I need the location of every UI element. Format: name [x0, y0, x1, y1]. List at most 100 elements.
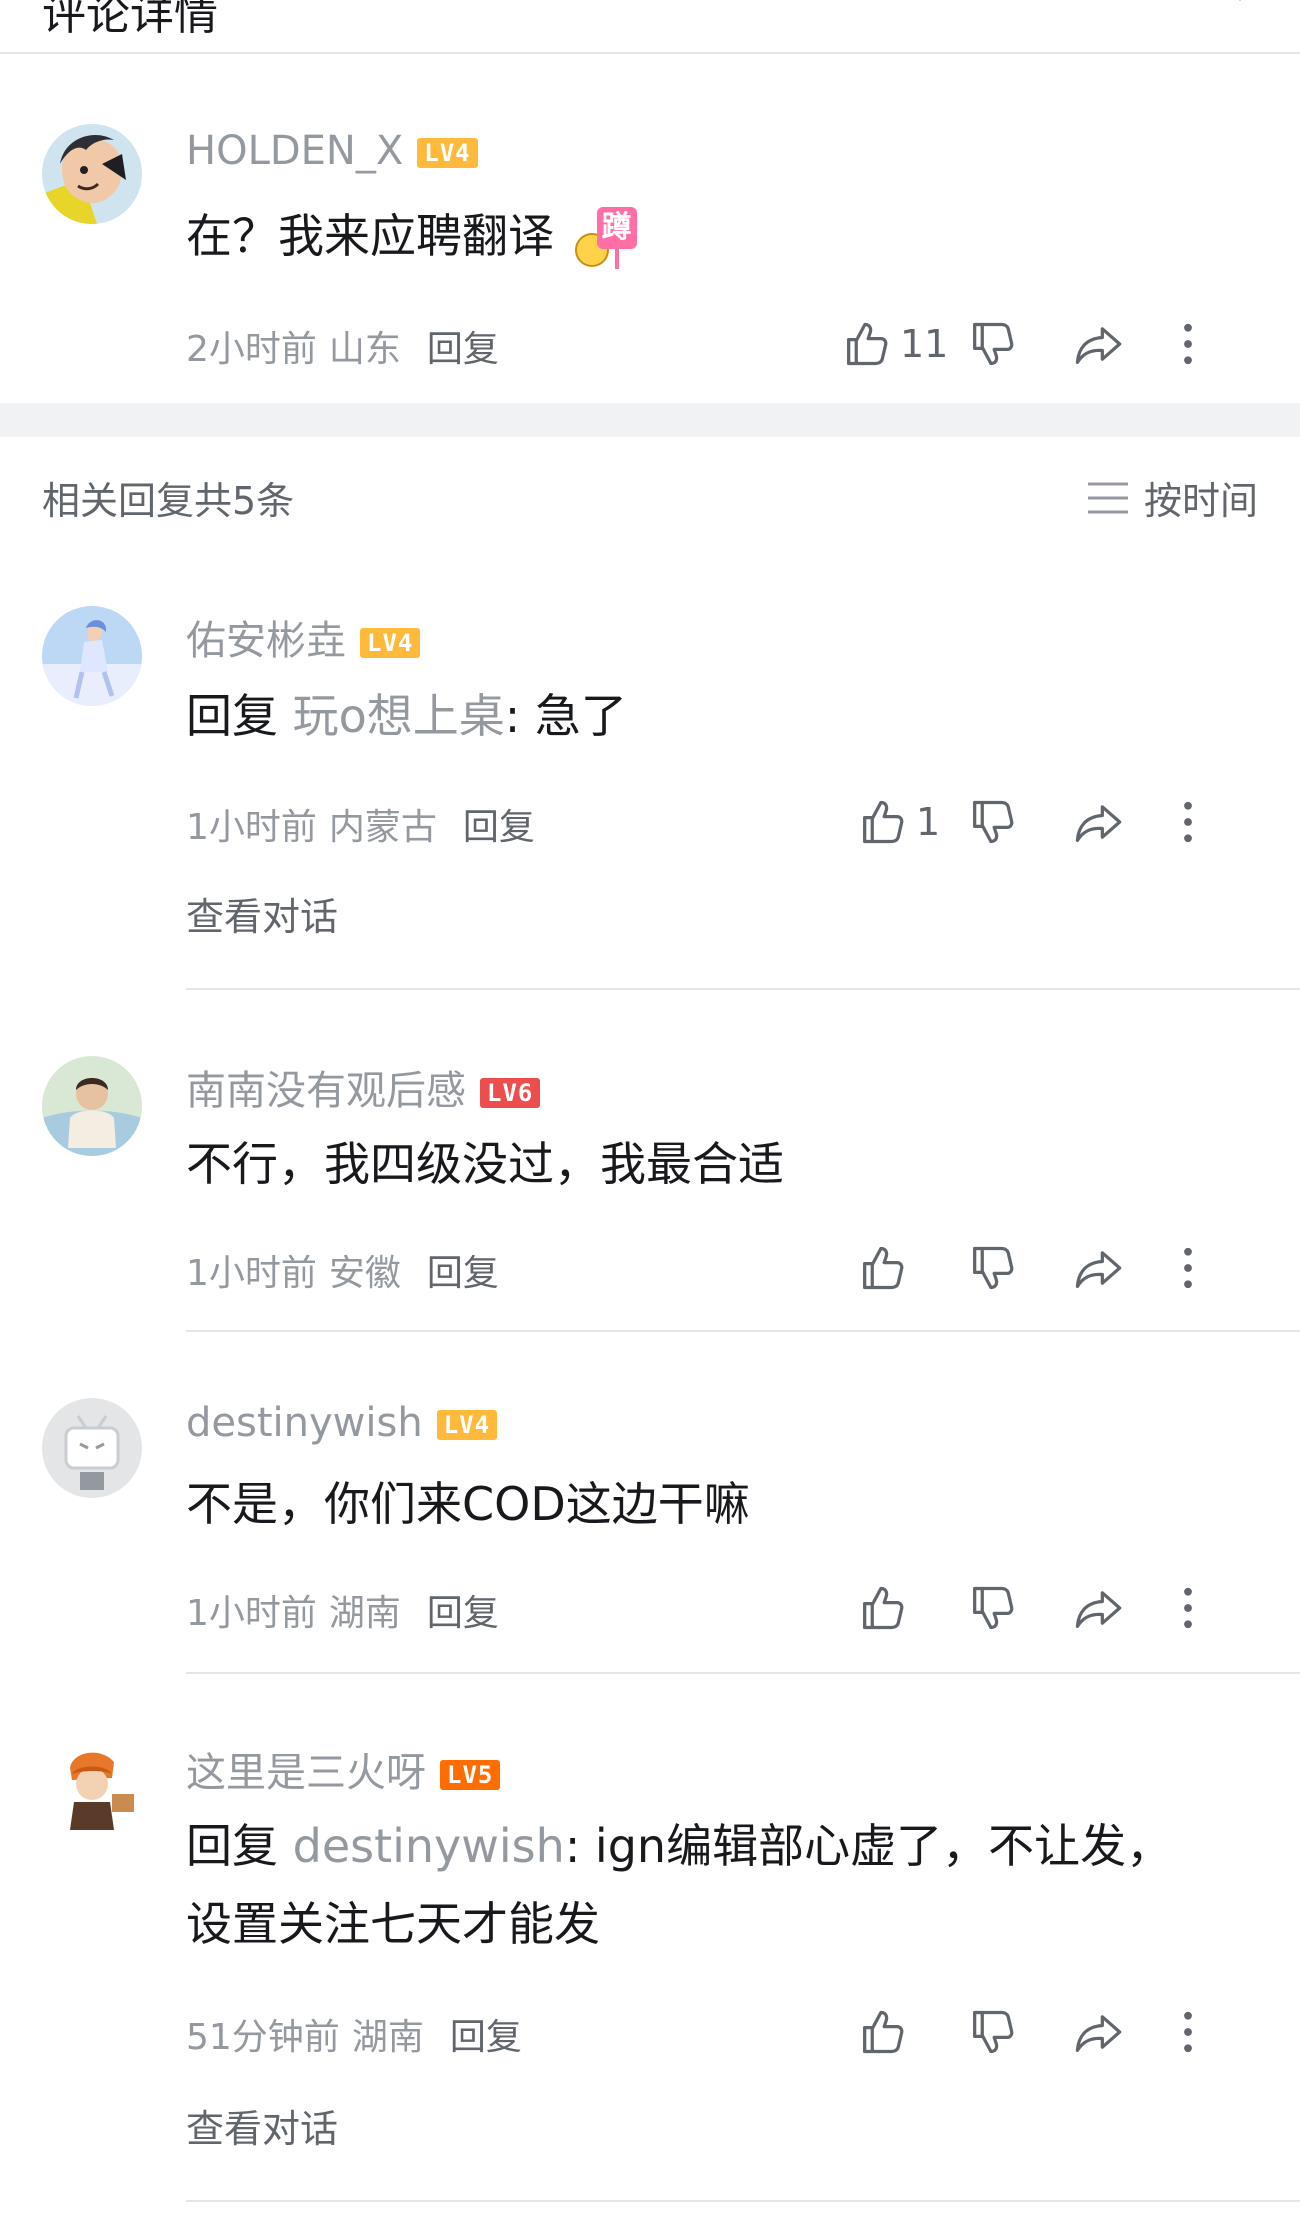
dislike-button[interactable]: [966, 1578, 1018, 1638]
dislike-button[interactable]: [966, 314, 1018, 374]
share-button[interactable]: [1072, 314, 1124, 374]
username[interactable]: HOLDEN_X LV4: [186, 128, 478, 174]
comment-meta: 2小时前 山东 回复: [186, 320, 499, 372]
level-badge: LV4: [436, 1410, 498, 1440]
reply-button[interactable]: 回复: [463, 807, 535, 848]
like-count: 1: [916, 800, 941, 844]
dislike-button[interactable]: [966, 1238, 1018, 1298]
close-icon[interactable]: [1210, 0, 1270, 20]
reply-meta: 1小时前 安徽 回复: [186, 1244, 499, 1296]
thumbs-up-icon: [840, 318, 892, 370]
more-button[interactable]: [1162, 792, 1214, 852]
thumbs-down-icon: [966, 318, 1018, 370]
location: 内蒙古: [328, 807, 437, 848]
more-icon: [1162, 796, 1214, 848]
like-button[interactable]: 11: [840, 314, 948, 374]
more-icon: [1162, 2006, 1214, 2058]
sort-button[interactable]: 按时间: [1086, 470, 1258, 525]
more-button[interactable]: [1162, 1238, 1214, 1298]
more-button[interactable]: [1162, 314, 1214, 374]
username[interactable]: destinywish LV4: [186, 1400, 498, 1446]
divider: [186, 2200, 1300, 2202]
avatar[interactable]: [42, 1738, 142, 1838]
level-badge: LV5: [440, 1760, 501, 1790]
like-button[interactable]: [856, 2002, 908, 2062]
reply-target-link[interactable]: destinywish: [293, 1819, 565, 1873]
timestamp: 1小时前: [186, 1253, 317, 1294]
more-icon: [1162, 1582, 1214, 1634]
reply-meta: 1小时前 湖南 回复: [186, 1584, 499, 1636]
reply-meta: 1小时前 内蒙古 回复: [186, 798, 535, 850]
avatar[interactable]: [42, 606, 142, 706]
reply-item: 南南没有观后感 LV6 不行，我四级没过，我最合适 1小时前 安徽 回复: [0, 1030, 1300, 1330]
divider: [186, 1330, 1300, 1332]
reply-item: destinywish LV4 不是，你们来COD这边干嘛 1小时前 湖南 回复: [0, 1372, 1300, 1672]
more-icon: [1162, 318, 1214, 370]
reply-actions: 1: [840, 792, 1300, 852]
reply-item: 佑安彬垚 LV4 回复 玩o想上桌: 急了 1小时前 内蒙古 回复 1 查看对话: [0, 580, 1300, 980]
dislike-button[interactable]: [966, 2002, 1018, 2062]
like-button[interactable]: 1: [856, 792, 940, 852]
reply-button[interactable]: 回复: [450, 2017, 522, 2058]
more-icon: [1162, 1242, 1214, 1294]
thumbs-up-icon: [856, 2006, 908, 2058]
level-badge: LV6: [480, 1078, 541, 1108]
location: 安徽: [328, 1253, 401, 1294]
username[interactable]: 这里是三火呀 LV5: [186, 1740, 501, 1798]
share-button[interactable]: [1072, 1578, 1124, 1638]
username[interactable]: 佑安彬垚 LV4: [186, 608, 421, 666]
reply-button[interactable]: 回复: [427, 1253, 499, 1294]
timestamp: 2小时前: [186, 329, 317, 370]
more-button[interactable]: [1162, 1578, 1214, 1638]
reply-item: 这里是三火呀 LV5 回复 destinywish: ign编辑部心虚了，不让发，…: [0, 1712, 1300, 2151]
reply-button[interactable]: 回复: [427, 329, 499, 370]
share-button[interactable]: [1072, 792, 1124, 852]
avatar[interactable]: [42, 1398, 142, 1498]
dislike-button[interactable]: [966, 792, 1018, 852]
share-icon: [1072, 796, 1124, 848]
share-icon: [1072, 318, 1124, 370]
reply-button[interactable]: 回复: [427, 1593, 499, 1634]
sort-list-icon: [1087, 482, 1128, 513]
divider: [186, 1672, 1300, 1674]
share-icon: [1072, 2006, 1124, 2058]
page-title: 评论详情: [42, 0, 218, 40]
like-button[interactable]: [856, 1578, 908, 1638]
location: 山东: [328, 329, 401, 370]
like-button[interactable]: [856, 1238, 908, 1298]
timestamp: 51分钟前: [186, 2017, 340, 2058]
avatar[interactable]: [42, 1056, 142, 1156]
reply-text-line-2: 设置关注七天才能发: [186, 1897, 600, 1951]
section-divider: [0, 403, 1300, 437]
view-dialog-link[interactable]: 查看对话: [186, 886, 338, 941]
reply-actions: [840, 2002, 1300, 2062]
reply-actions: [840, 1578, 1300, 1638]
thumbs-down-icon: [966, 796, 1018, 848]
main-comment: HOLDEN_X LV4 在？我来应聘翻译 蹲 2小时前 山东 回复 11: [0, 110, 1300, 400]
thumbs-up-icon: [856, 1242, 908, 1294]
thumbs-up-icon: [856, 1582, 908, 1634]
timestamp: 1小时前: [186, 1593, 317, 1634]
location: 湖南: [351, 2017, 424, 2058]
share-button[interactable]: [1072, 2002, 1124, 2062]
like-count: 11: [900, 322, 949, 366]
view-dialog-link[interactable]: 查看对话: [186, 2098, 338, 2153]
share-icon: [1072, 1582, 1124, 1634]
share-button[interactable]: [1072, 1238, 1124, 1298]
avatar[interactable]: [42, 124, 142, 224]
reply-text: 回复 玩o想上桌: 急了: [186, 689, 627, 743]
comment-actions: 11: [840, 314, 1300, 374]
location: 湖南: [328, 1593, 401, 1634]
divider: [186, 988, 1300, 990]
more-button[interactable]: [1162, 2002, 1214, 2062]
reply-meta: 51分钟前 湖南 回复: [186, 2008, 522, 2060]
share-icon: [1072, 1242, 1124, 1294]
comment-text: 在？我来应聘翻译 蹲: [186, 196, 641, 276]
username[interactable]: 南南没有观后感 LV6: [186, 1058, 541, 1116]
thumbs-down-icon: [966, 1242, 1018, 1294]
replies-header: 相关回复共5条 按时间: [0, 460, 1300, 524]
level-badge: LV4: [417, 138, 478, 168]
reply-target-link[interactable]: 玩o想上桌: [293, 689, 505, 743]
reply-actions: [840, 1238, 1300, 1298]
sticker-emoji: 蹲: [574, 206, 641, 273]
